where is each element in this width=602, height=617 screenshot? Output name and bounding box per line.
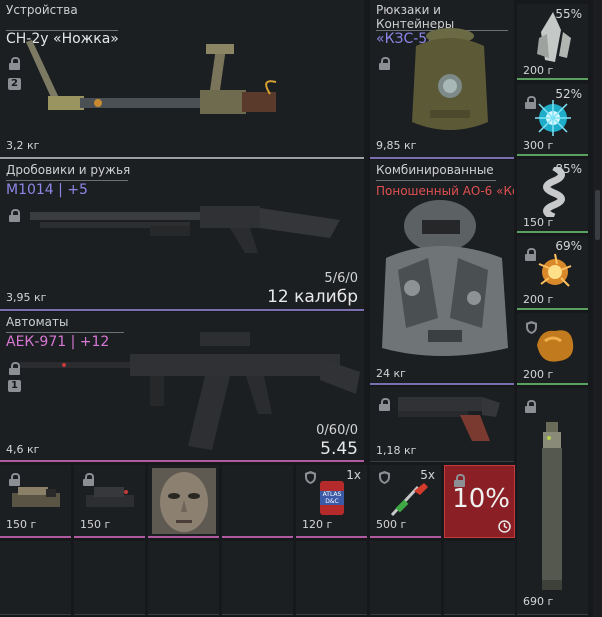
category-divider [376,180,496,181]
can-label: ATLAS D&C [320,491,344,505]
quick-slot-2[interactable]: 150 г [74,465,145,538]
devices-weight: 3,2 кг [6,139,40,152]
lock-icon [9,209,20,222]
quick-slot-weight: 150 г [80,518,111,531]
grenade-slot[interactable]: 690 г [517,388,588,615]
quick-slot-1[interactable]: 150 г [0,465,71,538]
armor-suit-icon [382,200,508,356]
face-mask-icon [152,468,216,534]
lock-icon [9,362,20,375]
artifact-slot-4[interactable]: 69% 200 г [517,236,588,310]
category-divider [6,180,128,181]
empty-slot[interactable] [296,541,367,615]
quick-slot-4[interactable] [222,465,293,538]
lock-icon [525,400,536,413]
artifact-weight: 200 г [523,293,554,306]
devices-slot[interactable]: Устройства СН-2у «Ножка» 2 3,2 кг [0,0,364,159]
empty-slot[interactable] [444,541,515,615]
shotgun-item-name: M1014 | +5 [6,182,88,198]
spiral-artifact-icon [543,167,565,217]
armor-item-name: Поношенный АО-6 «Ко... [376,184,514,198]
scope-attachment-icon [12,487,60,507]
shotgun-ammo-count: 5/6/0 [324,271,358,286]
quick-slot-weight: 150 г [6,518,37,531]
shotgun-icon [30,206,340,253]
lock-icon [9,57,20,70]
shotgun-caliber: 12 калибр [267,287,358,307]
shotgun-slot[interactable]: Дробовики и ружья M1014 | +5 3,95 кг 5/6… [0,160,364,311]
sight-attachment-icon [86,487,134,507]
empty-slot[interactable] [370,541,441,615]
container-icon [412,28,488,130]
armor-slot[interactable]: Комбинированные Поношенный АО-6 «Ко... 2… [370,160,514,385]
lock-icon [379,57,390,70]
grenade-weight: 690 г [523,595,554,608]
rifle-caliber: 5.45 [320,439,358,459]
empty-slot[interactable] [0,541,71,615]
rifle-ammo-count: 0/60/0 [316,423,358,438]
amber-artifact-icon [537,330,574,362]
quick-slot-weight: 120 г [302,518,333,531]
item-stack-count: 1x [346,468,361,482]
backpack-weight: 9,85 кг [376,139,417,152]
fire-artifact-icon [538,253,572,287]
pistol-weight: 1,18 кг [376,444,417,457]
rifle-slot[interactable]: Автоматы АЕК-971 | +12 1 4,6 кг 0/60/0 5… [0,312,364,462]
shotgun-weight: 3,95 кг [6,291,47,304]
backpack-slot[interactable]: Рюкзаки и Контейнеры «КЗС-5» 9,85 кг [370,0,514,159]
rifle-weight: 4,6 кг [6,443,40,456]
assault-rifle-icon [20,332,360,450]
quick-slot-3[interactable] [148,465,219,538]
empty-slot[interactable] [74,541,145,615]
artifact-weight: 300 г [523,139,554,152]
shotgun-category: Дробовики и ружья [6,163,131,177]
armor-weight: 24 кг [376,367,406,380]
grenade-launcher-icon [542,422,562,590]
artifact-weight: 200 г [523,368,554,381]
artifact-weight: 200 г [523,64,554,77]
scrollbar-thumb[interactable] [595,190,600,240]
injector-icon [390,483,428,517]
quick-slot-6[interactable]: 5x 500 г [370,465,441,538]
quick-slot-5[interactable]: 1x ATLAS D&C 120 г [296,465,367,538]
devices-category: Устройства [6,3,78,17]
artifact-slot-5[interactable]: 200 г [517,313,588,385]
shield-icon [305,471,316,484]
quick-slot-7[interactable]: 10% [444,465,515,538]
quick-slot-weight: 500 г [376,518,407,531]
crystal-artifact-icon [537,12,571,62]
artifact-slot-1[interactable]: 55% 200 г [517,4,588,80]
pistol-slot[interactable]: 1,18 кг [370,387,514,462]
empty-slot[interactable] [222,541,293,615]
armor-category: Комбинированные [376,163,494,177]
detector-device-icon [26,40,277,114]
artifact-charge: 69% [555,239,582,253]
scrollbar[interactable] [593,0,602,617]
lock-icon [379,398,390,411]
electric-artifact-icon [535,100,571,136]
cooldown-percent: 10% [452,484,510,514]
empty-slot[interactable] [148,541,219,615]
clock-icon [498,520,511,533]
energy-can-icon: ATLAS D&C [320,481,344,515]
artifact-slot-2[interactable]: 52% 300 г [517,84,588,156]
artifact-slot-3[interactable]: 85% 150 г [517,159,588,233]
pistol-icon [398,397,500,441]
artifact-weight: 150 г [523,216,554,229]
